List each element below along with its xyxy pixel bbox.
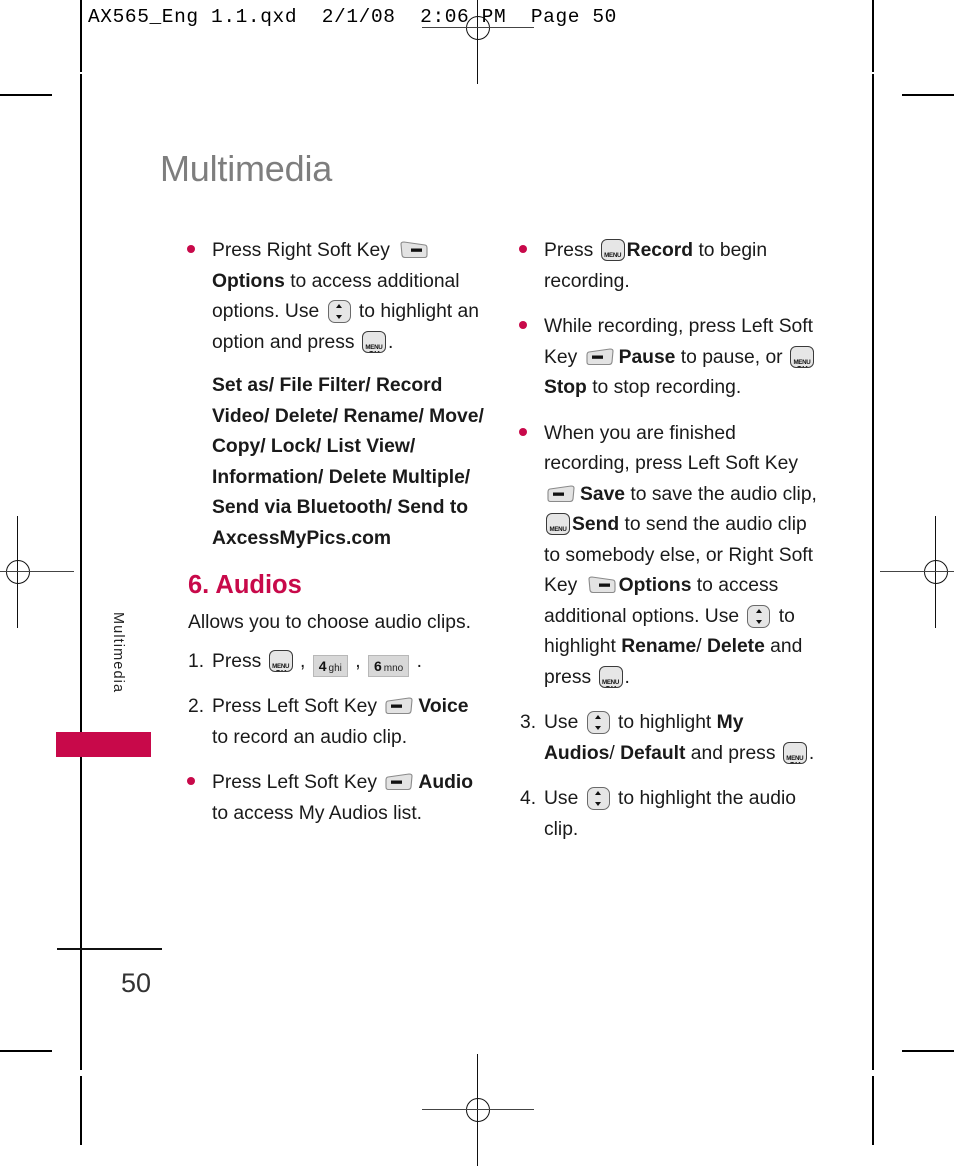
bullet-record-text: Press MENUOKRecord to begin recording. (544, 239, 768, 292)
bullet-finished-text: When you are finished recording, press L… (544, 422, 817, 688)
up-down-nav-key-icon (586, 711, 610, 734)
menu-ok-key-icon: MENUOK (782, 741, 807, 764)
bleed-line-left (80, 74, 82, 1070)
bullet-dot-icon (186, 236, 212, 267)
registration-mark-left (0, 516, 74, 628)
step-2: 2. Press Left Soft Key Voice to record a… (186, 692, 486, 753)
step-3-marker: 3. (520, 712, 537, 733)
document-header-line: AX565_Eng 1.1.qxd 2/1/08 2:06 PM Page 50 (88, 6, 617, 28)
bullet-options: Press Right Soft Key Options to access a… (186, 236, 486, 358)
bullet-pause-text: While recording, press Left Soft Key Pau… (544, 316, 814, 398)
bleed-line-right (872, 74, 874, 1070)
left-column: Press Right Soft Key Options to access a… (186, 236, 486, 844)
crop-mark-top-right-horizontal (902, 94, 954, 96)
bullet-audio-text: Press Left Soft Key Audio to access My A… (212, 772, 474, 824)
page-number: 50 (121, 968, 152, 998)
step-4-text: Use to highlight the audio clip. (544, 787, 796, 840)
left-soft-key-icon (586, 347, 616, 367)
right-column: Press MENUOKRecord to begin recording. W… (518, 236, 818, 860)
bullet-dot-icon (518, 236, 544, 267)
step-1-text: Press MENUOK , 4ghi , 6mno . (212, 649, 422, 677)
menu-ok-key-icon: MENUOK (789, 345, 814, 368)
step-3: 3. Use to highlight My Audios/ Default a… (518, 708, 818, 769)
bullet-finished: When you are finished recording, press L… (518, 419, 818, 694)
crop-mark-top-right-vertical (872, 0, 874, 72)
menu-ok-key-icon: MENUOK (546, 513, 570, 535)
step-2-text: Press Left Soft Key Voice to record an a… (212, 696, 469, 748)
up-down-nav-key-icon (586, 787, 610, 810)
step-4-marker: 4. (520, 788, 537, 809)
crop-mark-bottom-right-vertical (872, 1076, 874, 1145)
menu-ok-key-icon: MENUOK (361, 330, 386, 353)
up-down-nav-key-icon (327, 300, 351, 323)
registration-mark-bottom-center (422, 1054, 534, 1166)
step-2-marker: 2. (188, 696, 205, 717)
crop-mark-bottom-left-horizontal (0, 1050, 52, 1052)
left-soft-key-icon (547, 484, 577, 504)
menu-ok-key-icon: MENUOK (600, 239, 625, 261)
step-1-marker: 1. (188, 650, 205, 672)
section-description: Allows you to choose audio clips. (188, 612, 471, 633)
crop-mark-bottom-right-horizontal (902, 1050, 954, 1052)
menu-ok-key-icon: MENUOK (598, 665, 623, 688)
registration-mark-right (880, 516, 954, 628)
bullet-dot-icon (518, 312, 544, 343)
bullet-dot-icon (518, 419, 544, 450)
left-soft-key-icon (385, 696, 415, 716)
keypad-key-6-icon: 6 mno (367, 654, 410, 677)
left-soft-key-icon (385, 772, 415, 792)
crop-mark-bottom-left-vertical (80, 1076, 82, 1145)
section-heading-audios: 6. Audios (188, 571, 302, 599)
right-soft-key-icon (398, 240, 428, 260)
bullet-pause: While recording, press Left Soft Key Pau… (518, 312, 818, 404)
side-tab-color-block (56, 732, 151, 757)
bullet-dot-icon (186, 768, 212, 799)
side-tab-label: Multimedia (110, 612, 126, 694)
right-soft-key-icon (586, 575, 616, 595)
bullet-audio: Press Left Soft Key Audio to access My A… (186, 768, 486, 829)
step-4: 4. Use to highlight the audio clip. (518, 784, 818, 845)
menu-ok-key-icon: MENUOK (268, 649, 293, 672)
options-list: Set as/ File Filter/ Record Video/ Delet… (212, 375, 484, 549)
keypad-key-4-icon: 4 ghi (312, 654, 348, 677)
bullet-record: Press MENUOKRecord to begin recording. (518, 236, 818, 297)
step-1: 1. Press MENUOK , 4ghi , 6mno . (186, 647, 486, 678)
footer-rule (57, 948, 162, 950)
crop-mark-top-left-horizontal (0, 94, 52, 96)
up-down-nav-key-icon (747, 604, 771, 628)
bullet-options-text: Press Right Soft Key Options to access a… (212, 240, 479, 353)
step-3-text: Use to highlight My Audios/ Default and … (544, 711, 815, 764)
page-title: Multimedia (160, 148, 333, 189)
crop-mark-top-left-vertical (80, 0, 82, 72)
